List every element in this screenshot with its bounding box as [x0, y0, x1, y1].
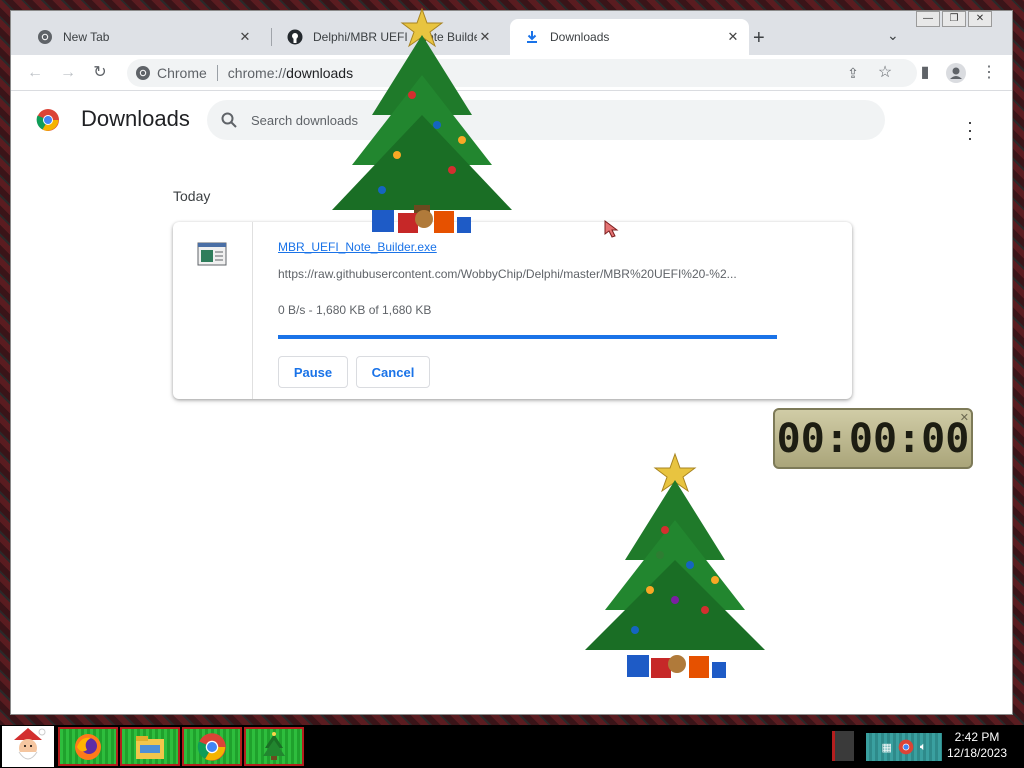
site-label: Chrome — [157, 65, 207, 81]
tab-search-icon[interactable]: ⌄ — [887, 27, 899, 44]
tab-title: Downloads — [550, 30, 610, 44]
tab-downloads[interactable]: Downloads ✕ — [510, 19, 749, 55]
download-status: 0 B/s - 1,680 KB of 1,680 KB — [278, 303, 432, 317]
taskbar: ▦ 🔈︎ 2:42 PM 12/18/2023 — [0, 725, 1024, 768]
taskbar-time: 2:42 PM — [954, 730, 1000, 744]
show-desktop-button[interactable] — [832, 731, 854, 761]
santa-start-icon — [2, 726, 54, 767]
search-icon — [221, 112, 237, 128]
tab-title: New Tab — [63, 30, 110, 44]
taskbar-christmas-tree[interactable] — [244, 727, 304, 766]
taskbar-firefox[interactable] — [58, 727, 118, 766]
download-progress-fill — [278, 335, 777, 339]
cancel-button[interactable]: Cancel — [356, 356, 430, 388]
folder-icon — [136, 735, 164, 759]
firefox-icon — [75, 733, 101, 760]
chrome-icon — [38, 30, 52, 44]
tab-separator — [271, 28, 272, 46]
chrome-icon — [197, 732, 226, 761]
bookmark-star-icon[interactable]: ☆ — [875, 63, 895, 83]
download-item: MBR_UEFI_Note_Builder.exe https://raw.gi… — [173, 222, 852, 399]
chrome-logo-icon — [36, 109, 59, 131]
taskbar-file-explorer[interactable] — [120, 727, 180, 766]
new-tab-button[interactable]: + — [753, 27, 765, 50]
github-icon — [287, 29, 303, 45]
date-group-label: Today — [173, 188, 211, 204]
digital-clock-widget[interactable]: 00:00:00 ✕ — [773, 408, 973, 469]
close-icon[interactable]: ✕ — [725, 29, 741, 45]
start-button[interactable] — [2, 726, 54, 767]
speaker-icon[interactable]: 🔈︎ — [920, 741, 927, 754]
window-controls: — ❐ ✕ — [916, 11, 992, 27]
clock-time: 00:00:00 — [776, 415, 970, 462]
network-icon[interactable]: ▦ — [881, 741, 891, 754]
forward-arrow-icon[interactable]: → — [58, 63, 78, 83]
file-source-url: https://raw.githubusercontent.com/WobbyC… — [278, 267, 737, 281]
reload-icon[interactable]: ↻ — [90, 63, 110, 83]
side-panel-icon[interactable]: ▮ — [915, 63, 935, 83]
taskbar-clock[interactable]: 2:42 PM 12/18/2023 — [944, 729, 1010, 761]
maximize-button[interactable]: ❐ — [942, 11, 966, 27]
download-progress-bar — [278, 335, 777, 339]
profile-avatar-icon[interactable] — [946, 63, 966, 83]
minimize-button[interactable]: — — [916, 11, 940, 27]
pause-button[interactable]: Pause — [278, 356, 348, 388]
christmas-tree-icon — [263, 731, 285, 760]
more-actions-icon[interactable]: · · · — [967, 113, 973, 147]
divider — [216, 65, 218, 81]
close-window-button[interactable]: ✕ — [968, 11, 992, 27]
christmas-tree-decoration — [585, 452, 765, 678]
close-icon[interactable]: ✕ — [237, 29, 253, 45]
search-downloads[interactable] — [207, 100, 885, 140]
taskbar-chrome[interactable] — [182, 727, 242, 766]
tab-new-tab[interactable]: New Tab ✕ — [23, 19, 261, 55]
system-tray: ▦ 🔈︎ — [866, 733, 942, 761]
chrome-tray-icon[interactable] — [898, 739, 914, 755]
download-item-icon-area — [173, 222, 253, 399]
page-title: Downloads — [81, 106, 190, 131]
menu-kebab-icon[interactable]: ⋮ — [979, 63, 999, 83]
executable-file-icon — [197, 242, 227, 266]
mouse-cursor-icon — [604, 220, 619, 238]
chrome-icon — [136, 66, 150, 80]
share-icon[interactable]: ⇪ — [843, 63, 863, 83]
taskbar-date: 12/18/2023 — [946, 746, 1008, 760]
back-arrow-icon[interactable]: ← — [25, 63, 45, 83]
close-icon[interactable]: ✕ — [960, 411, 969, 424]
christmas-tree-decoration — [332, 7, 512, 233]
